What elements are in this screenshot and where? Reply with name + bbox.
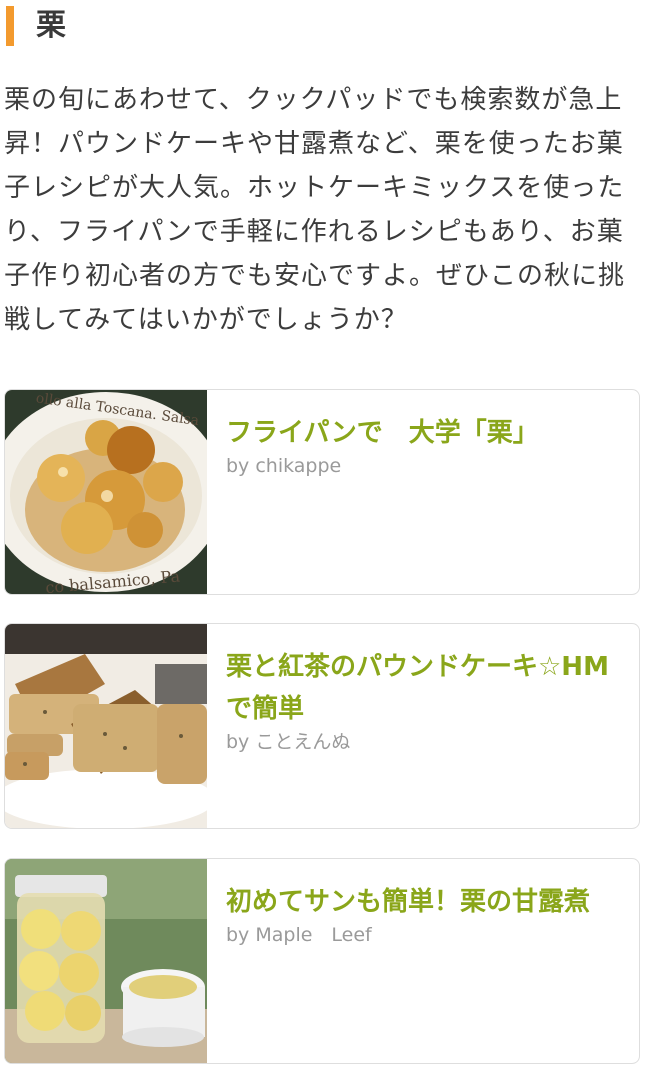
recipe-title-2[interactable]: 栗と紅茶のパウンドケーキ☆HMで簡単 [226,646,626,730]
recipe-author-2: by ことえんぬ [226,731,351,753]
section-accent-bar [6,6,14,46]
recipe-author-3: by Maple Leef [226,924,372,946]
intro-paragraph: 栗の旬にあわせて、クックパッドでも検索数が急上昇！パウンドケーキや甘露煮など、栗… [4,85,626,335]
recipe-card-3[interactable]: 初めてサンも簡単！栗の甘露煮 by Maple Leef [4,858,640,1064]
recipe-card-2[interactable]: 栗と紅茶のパウンドケーキ☆HMで簡単 by ことえんぬ [4,623,640,829]
recipe-title-1[interactable]: フライパンで 大学「栗」 [226,412,626,454]
pound-cake-slices-image[interactable] [5,624,207,828]
recipe-card-1[interactable]: ollo alla Toscana. Salsa co balsamico, P… [4,389,640,595]
candied-chestnuts-plate-image[interactable]: ollo alla Toscana. Salsa co balsamico, P… [5,390,207,594]
section-title: 栗 [36,8,66,43]
chestnut-jar-image[interactable] [5,859,207,1063]
section-header: 栗 [0,0,650,52]
recipe-author-1: by chikappe [226,455,342,477]
recipe-title-3[interactable]: 初めてサンも簡単！栗の甘露煮 [226,881,626,923]
